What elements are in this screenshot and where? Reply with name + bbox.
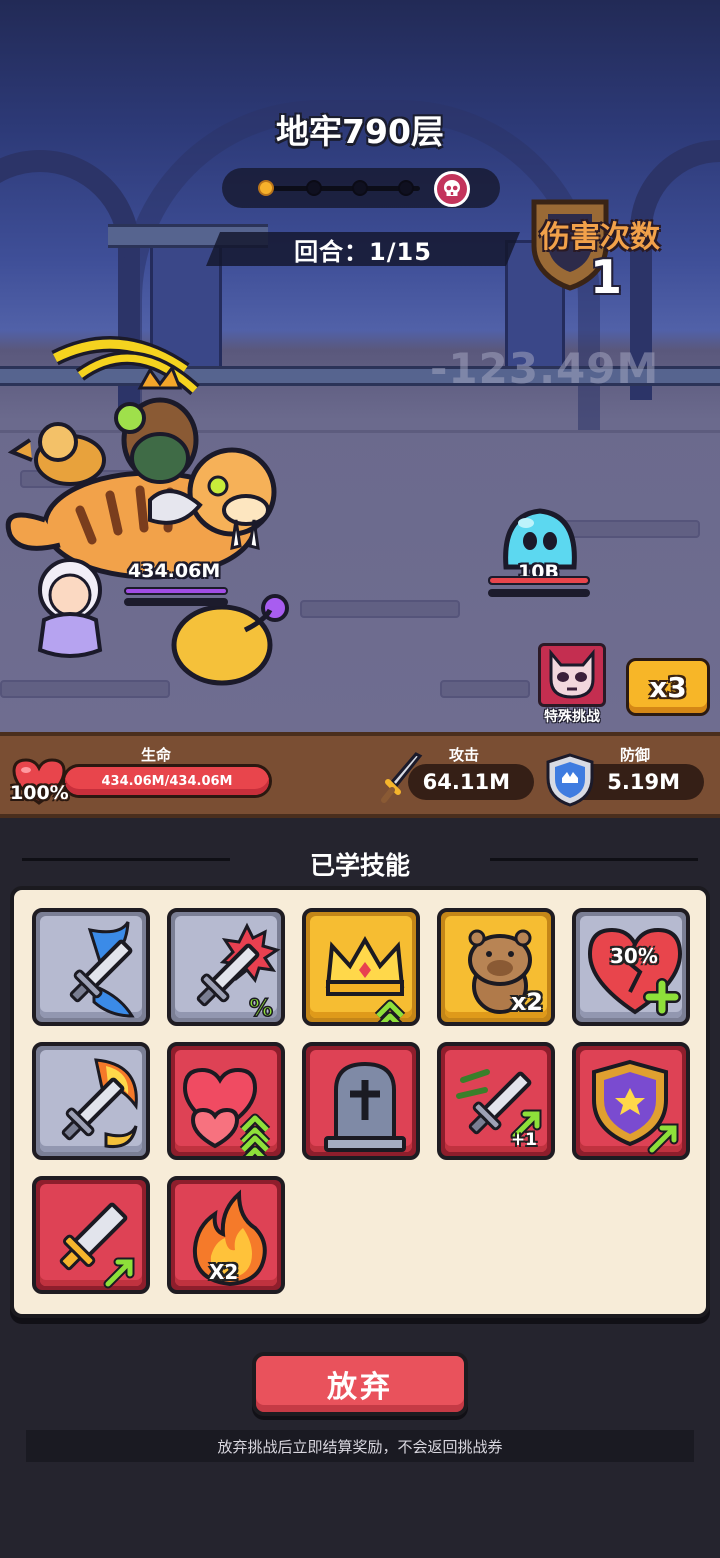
sword-fire-slash-icon	[61, 1058, 138, 1149]
hearts-upgrade-icon	[182, 1067, 271, 1156]
hero-hp-bar-fill	[126, 589, 226, 593]
stage-dot-current	[258, 180, 274, 196]
sword-icon	[381, 752, 423, 803]
skill-card[interactable]	[302, 908, 420, 1026]
hero-shield-bar	[124, 598, 228, 606]
special-challenge-button[interactable]	[538, 643, 606, 707]
floating-damage-number: -123.49M	[430, 344, 660, 393]
hp-bar: 434.06M/434.06M	[62, 764, 272, 798]
skill-card[interactable]	[32, 1176, 150, 1294]
floor-tile	[300, 600, 460, 618]
sword-wave-icon	[69, 921, 135, 1018]
skill-card[interactable]: X2	[167, 1176, 285, 1294]
hero-hp-label: 434.06M	[128, 560, 221, 582]
sword-attack-up-icon	[59, 1202, 135, 1289]
skill-card-bg	[580, 1050, 682, 1155]
hp-label: 生命	[141, 746, 172, 764]
floor-tile	[560, 520, 700, 538]
defense-label: 防御	[620, 746, 651, 764]
skill-card-bg	[310, 916, 412, 1022]
give-up-note: 放弃挑战后立即结算奖励，不会返回挑战券	[26, 1430, 694, 1462]
skill-card-bg	[40, 1050, 142, 1152]
svg-text:%: %	[249, 994, 273, 1022]
battle-scene: 地牢790层 回合：1/15 伤害次数 1 -123.49M 434.06M 1…	[0, 0, 720, 732]
cat-skull-icon	[549, 649, 595, 699]
stage-progress	[222, 168, 500, 208]
enemy-hp-bar-fill	[490, 578, 588, 583]
enemy-shield-bar	[488, 589, 590, 597]
skill-card-bg	[40, 1184, 142, 1289]
attack-value: 64.11M	[422, 770, 510, 794]
round-counter: 回合：1/15	[206, 232, 520, 266]
skill-card-bg: %	[175, 916, 281, 1022]
skill-tag: +1	[510, 1130, 537, 1150]
skill-tag: X2	[209, 1260, 239, 1284]
skills-panel: % x2 30% +1 X2	[10, 886, 710, 1318]
defense-value: 5.19M	[607, 770, 680, 794]
hp-value: 434.06M/434.06M	[101, 774, 233, 789]
stage-dot	[398, 180, 414, 196]
sword-crit-percent-icon: %	[196, 922, 281, 1022]
skill-card[interactable]	[32, 908, 150, 1026]
skill-card-bg	[175, 1050, 277, 1156]
skill-card[interactable]	[167, 1042, 285, 1160]
skill-card[interactable]	[32, 1042, 150, 1160]
skill-card[interactable]	[302, 1042, 420, 1160]
stage-progress-track	[264, 186, 420, 191]
skill-card[interactable]: x2	[437, 908, 555, 1026]
player-stats-bar: 生命 434.06M/434.06M 100% 64.11M 攻击 5.19M …	[0, 732, 720, 818]
boss-skull-icon	[434, 171, 470, 207]
skill-card-bg	[40, 916, 142, 1018]
enemy-hp-bar	[488, 576, 590, 585]
tombstone-icon	[324, 1061, 406, 1152]
hp-percent: 100%	[10, 782, 69, 804]
skill-card[interactable]: +1	[437, 1042, 555, 1160]
skill-card[interactable]	[572, 1042, 690, 1160]
skill-card-bg	[310, 1050, 412, 1152]
sword-extra-strike-icon	[456, 1069, 542, 1141]
speed-multiplier-button[interactable]: x3	[626, 658, 710, 716]
dungeon-floor-title: 地牢790层	[276, 112, 444, 151]
hero-hp-bar	[124, 587, 228, 595]
give-up-button[interactable]: 放弃	[252, 1352, 468, 1416]
attack-label: 攻击	[449, 746, 480, 764]
game-screen: 地牢790层 回合：1/15 伤害次数 1 -123.49M 434.06M 1…	[0, 0, 720, 1558]
skills-title: 已学技能	[309, 851, 410, 880]
shield-icon	[546, 753, 594, 807]
broken-heart-heal-icon	[587, 927, 683, 1016]
skill-card[interactable]: %	[167, 908, 285, 1026]
hero-party-sprite[interactable]	[0, 330, 310, 710]
shield-boost-icon	[592, 1059, 679, 1155]
attack-pill: 64.11M	[408, 764, 534, 800]
skill-tag: x2	[510, 988, 543, 1016]
stage-dot	[306, 180, 322, 196]
crown-upgrade-icon	[325, 935, 406, 1022]
skills-section: 已学技能 % x2 30% +1 X2 放弃 放弃挑战后立即结算奖励，不会返回挑战券	[0, 818, 720, 1558]
floor-tile	[440, 680, 530, 698]
stage-dot	[352, 180, 368, 196]
skill-card[interactable]: 30%	[572, 908, 690, 1026]
skill-tag: 30%	[610, 944, 658, 968]
special-challenge-label: 特殊挑战	[544, 709, 600, 725]
damage-count-value: 1	[590, 250, 623, 304]
